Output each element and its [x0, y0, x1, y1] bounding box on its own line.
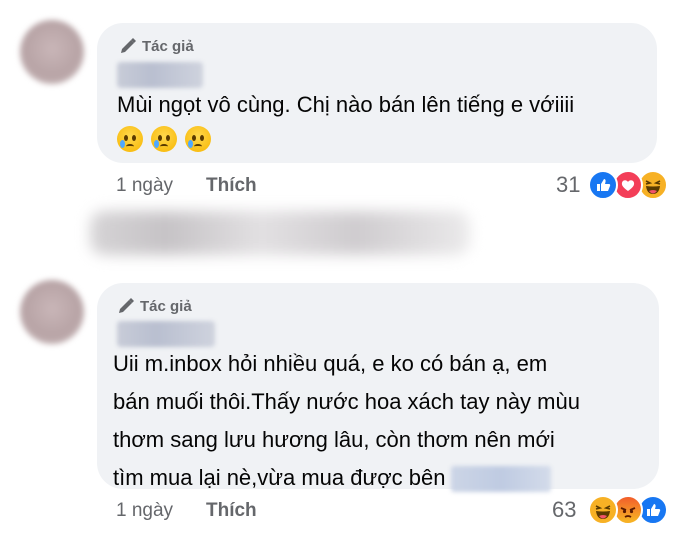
pencil-author-icon — [121, 38, 136, 53]
reaction-count[interactable]: 31 — [556, 172, 580, 198]
comment-line: bán muối thôi.Thấy nước hoa xách tay này… — [113, 389, 580, 414]
commenter-avatar[interactable] — [20, 280, 84, 344]
author-badge: Tác giả — [119, 37, 194, 55]
comment-line: thơm sang lưu hương lâu, còn thơm nên mớ… — [113, 427, 555, 452]
commenter-avatar[interactable] — [20, 20, 84, 84]
author-name-redacted[interactable] — [117, 62, 203, 88]
redacted-reply-content — [90, 211, 470, 255]
crying-face-icon — [117, 126, 143, 153]
comment-emojis — [117, 119, 213, 157]
comment-line: tìm mua lại nè,vừa mua được bên — [113, 459, 580, 497]
pencil-author-icon — [119, 298, 134, 313]
haha-reaction-icon[interactable] — [588, 495, 618, 525]
redacted-reply — [80, 205, 480, 265]
comment-bubble: Tác giả Uii m.inbox hỏi nhiều quá, e ko … — [97, 283, 659, 493]
comment-bubble: Tác giả Mùi ngọt vô cùng. Chị nào bán lê… — [97, 23, 657, 163]
author-name-redacted[interactable] — [117, 321, 215, 347]
like-button[interactable]: Thích — [206, 500, 257, 522]
author-badge-label: Tác giả — [142, 37, 194, 55]
author-badge-label: Tác giả — [140, 297, 192, 315]
reaction-count[interactable]: 63 — [552, 497, 576, 523]
crying-face-icon — [185, 126, 212, 153]
comment-line: Uii m.inbox hỏi nhiều quá, e ko có bán ạ… — [113, 351, 548, 376]
comment-time[interactable]: 1 ngày — [116, 500, 173, 522]
redacted-shop-name[interactable] — [451, 466, 552, 493]
author-badge: Tác giả — [117, 297, 192, 315]
like-reaction-icon[interactable] — [588, 170, 618, 200]
comment-text: Uii m.inbox hỏi nhiều quá, e ko có bán ạ… — [113, 345, 580, 497]
like-button[interactable]: Thích — [206, 175, 257, 197]
crying-face-icon — [151, 126, 178, 153]
comment-time[interactable]: 1 ngày — [116, 175, 173, 197]
